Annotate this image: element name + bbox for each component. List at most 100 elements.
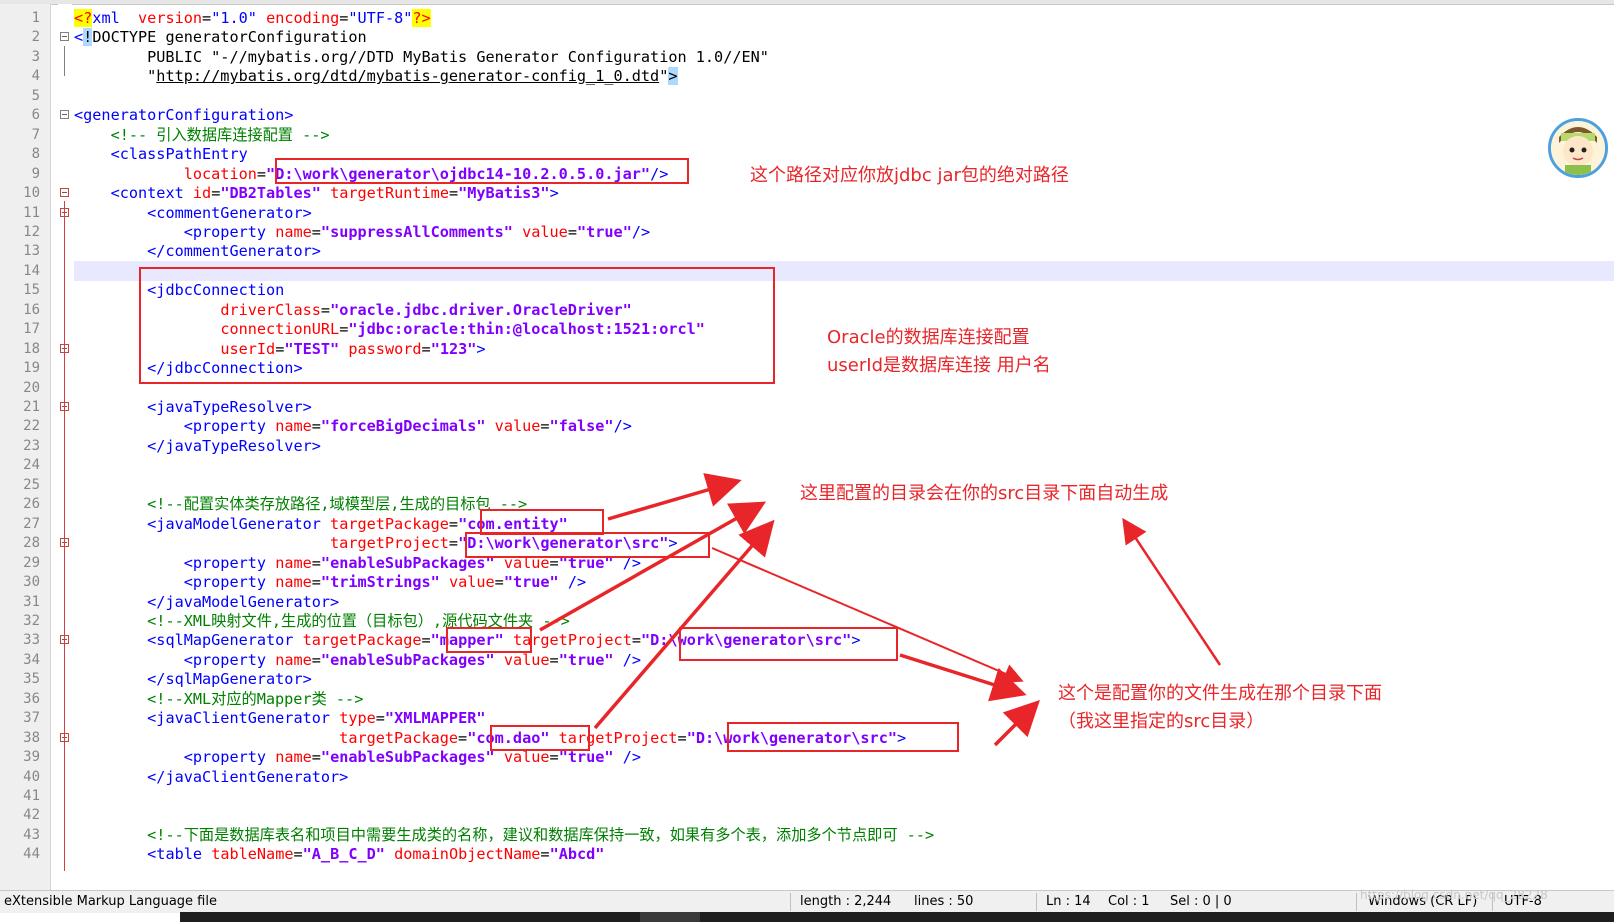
- code-text: <javaClientGenerator type="XMLMAPPER": [74, 708, 485, 728]
- line-number: 27: [23, 515, 40, 532]
- code-line[interactable]: 17 connectionURL="jdbc:oracle:thin:@loca…: [0, 319, 1614, 339]
- code-line[interactable]: 6 <generatorConfiguration>: [0, 105, 1614, 125]
- code-token: =: [311, 573, 321, 592]
- jar-path-note: 这个路径对应你放jdbc jar包的绝对路径: [750, 165, 1069, 186]
- code-token: "MyBatis3": [458, 184, 550, 203]
- code-text: <classPathEntry: [74, 144, 248, 164]
- code-line[interactable]: 15 <jdbcConnection: [0, 280, 1614, 300]
- code-line[interactable]: 42: [0, 805, 1614, 825]
- line-number: 28: [23, 535, 40, 552]
- code-token: =: [494, 573, 504, 592]
- avatar-icon[interactable]: [1548, 118, 1608, 178]
- code-line[interactable]: 33 <sqlMapGenerator targetPackage="mappe…: [0, 630, 1614, 650]
- fold-marker-icon[interactable]: [60, 32, 69, 42]
- code-line[interactable]: 13 </commentGenerator>: [0, 241, 1614, 261]
- line-number: 8: [31, 146, 40, 163]
- window-top-strip: [0, 0, 1614, 5]
- code-token: <javaTypeResolver>: [147, 398, 312, 416]
- code-line[interactable]: 29 <property name="enableSubPackages" va…: [0, 553, 1614, 573]
- code-line[interactable]: 22 <property name="forceBigDecimals" val…: [0, 416, 1614, 436]
- line-number: 17: [23, 321, 40, 338]
- code-line[interactable]: 44 <table tableName="A_B_C_D" domainObje…: [0, 844, 1614, 864]
- code-line[interactable]: 24: [0, 455, 1614, 475]
- code-line[interactable]: 28 targetProject="D:\work\generator\src"…: [0, 533, 1614, 553]
- code-line[interactable]: 20: [0, 378, 1614, 398]
- code-token: <: [74, 28, 84, 47]
- fold-marker-icon[interactable]: [60, 110, 69, 120]
- code-token: />: [613, 417, 632, 436]
- code-text: </javaTypeResolver>: [74, 436, 321, 456]
- code-token: xml: [92, 9, 120, 27]
- code-token: </commentGenerator>: [147, 242, 321, 261]
- code-line[interactable]: 39 <property name="enableSubPackages" va…: [0, 747, 1614, 767]
- code-token: <table: [147, 845, 203, 864]
- code-line[interactable]: 16 driverClass="oracle.jdbc.driver.Oracl…: [0, 300, 1614, 320]
- code-line[interactable]: 12 <property name="suppressAllComments" …: [0, 222, 1614, 242]
- code-token: <property: [183, 417, 267, 436]
- code-line[interactable]: 3 PUBLIC "-//mybatis.org//DTD MyBatis Ge…: [0, 47, 1614, 67]
- code-line[interactable]: 4 "http://mybatis.org/dtd/mybatis-genera…: [0, 66, 1614, 86]
- code-line[interactable]: 19 </jdbcConnection>: [0, 358, 1614, 378]
- code-line[interactable]: 31 </javaModelGenerator>: [0, 592, 1614, 612]
- code-token: "suppressAllComments": [320, 222, 513, 241]
- code-token: </javaClientGenerator>: [147, 767, 349, 786]
- status-selection: Sel : 0 | 0: [1170, 894, 1232, 909]
- code-token: <property: [183, 748, 267, 767]
- status-column: Col : 1: [1108, 894, 1150, 909]
- code-line[interactable]: 1 <?xml version="1.0" encoding="UTF-8"?>: [0, 8, 1614, 28]
- code-token: </javaModelGenerator>: [147, 592, 340, 611]
- code-line[interactable]: 30 <property name="trimStrings" value="t…: [0, 572, 1614, 592]
- code-token: "1.0": [211, 9, 257, 27]
- line-number: 30: [23, 574, 40, 591]
- code-line[interactable]: 11 <commentGenerator>: [0, 203, 1614, 223]
- code-line[interactable]: 21 <javaTypeResolver>: [0, 397, 1614, 417]
- code-token: <classPathEntry: [110, 145, 248, 164]
- line-number: 12: [23, 223, 40, 240]
- code-editor[interactable]: 1 <?xml version="1.0" encoding="UTF-8"?> 2…: [0, 8, 1614, 890]
- code-line[interactable]: 27 <javaModelGenerator targetPackage="co…: [0, 514, 1614, 534]
- line-number: 19: [23, 360, 40, 377]
- taskbar-button[interactable]: [640, 912, 700, 922]
- code-line[interactable]: 38 targetPackage="com.dao" targetProject…: [0, 728, 1614, 748]
- jdbc-note-line2: userId是数据库连接 用户名: [827, 355, 1051, 376]
- code-token: <property: [183, 553, 267, 572]
- code-line[interactable]: 40 </javaClientGenerator>: [0, 767, 1614, 787]
- code-token: location: [183, 164, 257, 183]
- code-line[interactable]: 37 <javaClientGenerator type="XMLMAPPER": [0, 708, 1614, 728]
- fold-marker-icon[interactable]: [60, 188, 69, 198]
- code-line[interactable]: 14: [0, 261, 1614, 281]
- code-line[interactable]: 43 <!--下面是数据库表名和项目中需要生成类的名称，建议和数据库保持一致，如…: [0, 825, 1614, 845]
- code-line[interactable]: 7 <!-- 引入数据库连接配置 -->: [0, 125, 1614, 145]
- jdbc-note-line1: Oracle的数据库连接配置: [827, 327, 1030, 348]
- line-number: 23: [23, 437, 40, 454]
- line-number: 33: [23, 632, 40, 649]
- code-token: "TEST": [284, 339, 340, 358]
- code-line[interactable]: 5: [0, 86, 1614, 106]
- code-token: />: [622, 748, 642, 767]
- code-line[interactable]: 2 <!DOCTYPE generatorConfiguration: [0, 27, 1614, 47]
- code-line[interactable]: 18 userId="TEST" password="123">: [0, 339, 1614, 359]
- code-token: <!--配置实体类存放路径,域模型层,生成的目标包 -->: [147, 495, 528, 514]
- code-token: DOCTYPE generatorConfiguration: [92, 28, 367, 47]
- code-line[interactable]: 41: [0, 786, 1614, 806]
- code-line[interactable]: 34 <property name="enableSubPackages" va…: [0, 650, 1614, 670]
- code-token: <sqlMapGenerator: [147, 631, 294, 650]
- code-token: "D:\work\generator\src": [458, 534, 669, 553]
- code-line[interactable]: 32 <!--XML映射文件,生成的位置（目标包）,源代码文件夹 -->: [0, 611, 1614, 631]
- code-line[interactable]: 23 </javaTypeResolver>: [0, 436, 1614, 456]
